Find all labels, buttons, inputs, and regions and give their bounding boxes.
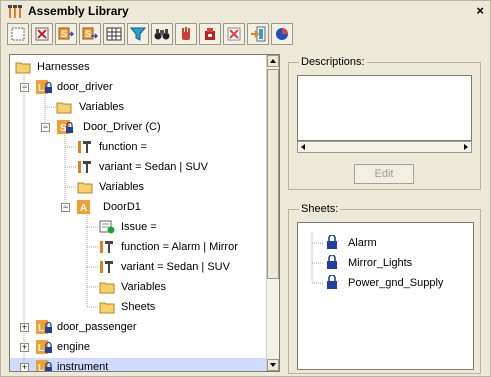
sheet-label: Alarm: [348, 237, 377, 249]
svg-text:S: S: [85, 29, 91, 39]
remove-button[interactable]: [223, 23, 245, 45]
lock-icon: [327, 255, 337, 269]
svg-text:S: S: [61, 29, 67, 39]
sheet-label: Power_gnd_Supply: [348, 277, 444, 289]
scroll-up-button[interactable]: [267, 55, 279, 67]
descriptions-group: Descriptions: Edit: [288, 56, 481, 190]
tree-content: Harnesses − L door_driver Variables − S …: [10, 55, 267, 371]
lock-icon: [327, 275, 337, 289]
move-to-button[interactable]: S: [79, 23, 101, 45]
assembly-library-window: Assembly Library × S S Harnesses − L doo…: [0, 0, 491, 377]
sheets-list[interactable]: Alarm Mirror_Lights Power_gnd_Supply: [297, 222, 474, 370]
table-icon: [106, 27, 122, 41]
scroll-thumb[interactable]: [267, 69, 279, 279]
description-textbox[interactable]: [297, 75, 472, 141]
app-icon: [8, 5, 22, 18]
window-title: Assembly Library: [28, 4, 129, 18]
sheets-group: Sheets: Alarm Mirror_Lights Power_gnd_Su…: [288, 203, 481, 374]
remove-icon: [227, 27, 241, 41]
copy-to-icon: S: [58, 27, 74, 40]
properties-icon: [276, 28, 288, 40]
sheet-item-alarm[interactable]: Alarm: [298, 234, 473, 252]
close-icon[interactable]: ×: [476, 3, 484, 18]
select-all-icon: [11, 27, 25, 41]
binoculars-icon: [154, 29, 170, 40]
filter-icon: [130, 27, 146, 41]
copy-to-button[interactable]: S: [55, 23, 77, 45]
import-button[interactable]: [247, 23, 269, 45]
edit-button[interactable]: Edit: [354, 164, 414, 184]
export-button[interactable]: [199, 23, 221, 45]
sheet-item-mirror-lights[interactable]: Mirror_Lights: [298, 254, 473, 272]
table-button[interactable]: [103, 23, 125, 45]
descriptions-legend: Descriptions:: [299, 56, 367, 68]
select-all-button[interactable]: [7, 23, 29, 45]
scroll-right-icon[interactable]: [464, 144, 468, 150]
description-horizontal-scrollbar[interactable]: [297, 141, 472, 153]
import-icon: [251, 26, 266, 42]
filter-button[interactable]: [127, 23, 149, 45]
sheet-item-power-gnd-supply[interactable]: Power_gnd_Supply: [298, 274, 473, 292]
find-button[interactable]: [151, 23, 173, 45]
title-bar[interactable]: Assembly Library ×: [1, 1, 490, 21]
delete-button[interactable]: [31, 23, 53, 45]
scroll-up-icon: [270, 59, 276, 63]
scroll-down-button[interactable]: [267, 359, 279, 371]
hand-button[interactable]: [175, 23, 197, 45]
scroll-down-icon: [270, 363, 276, 367]
properties-button[interactable]: [271, 23, 293, 45]
sheet-label: Mirror_Lights: [348, 257, 413, 269]
scroll-left-icon[interactable]: [301, 144, 305, 150]
delete-icon: [35, 27, 49, 41]
move-to-icon: S: [82, 27, 98, 40]
lock-icon: [327, 235, 337, 249]
hand-icon: [182, 27, 190, 40]
sheets-legend: Sheets:: [299, 203, 341, 215]
export-icon: [205, 28, 215, 40]
harness-tree[interactable]: Harnesses − L door_driver Variables − S …: [9, 54, 280, 372]
tree-vertical-scrollbar[interactable]: [266, 55, 279, 371]
tree-lines: [23, 75, 98, 367]
